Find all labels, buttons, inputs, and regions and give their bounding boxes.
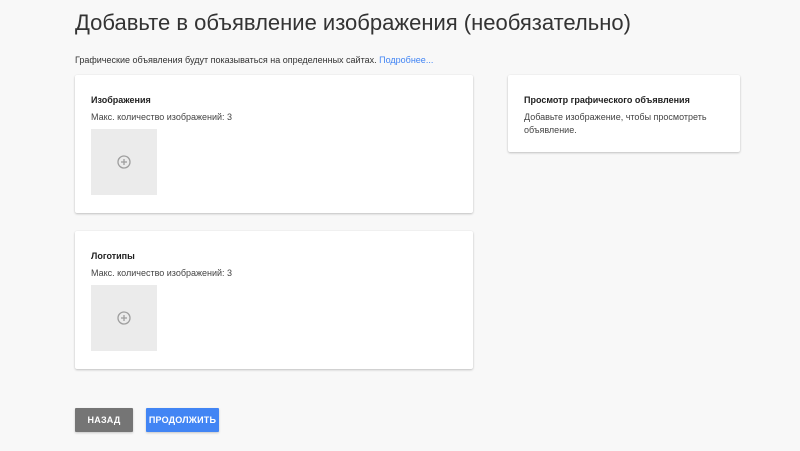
add-logo-button[interactable] [91,285,157,351]
add-image-button[interactable] [91,129,157,195]
subtitle-text: Графические объявления будут показыватьс… [75,55,377,65]
learn-more-link[interactable]: Подробнее... [379,55,433,65]
images-card: Изображения Макс. количество изображений… [75,75,473,213]
ad-preview-title: Просмотр графического объявления [524,95,690,105]
images-card-title: Изображения [91,95,151,105]
page-title: Добавьте в объявление изображения (необя… [75,10,631,35]
images-limit-text: Макс. количество изображений: 3 [91,112,233,122]
logos-card: Логотипы Макс. количество изображений: 3 [75,231,473,369]
add-circle-icon [117,311,131,325]
ad-preview-card: Просмотр графического объявления Добавьт… [508,75,740,152]
continue-button[interactable]: ПРОДОЛЖИТЬ [146,408,219,432]
logos-limit-text: Макс. количество изображений: 3 [91,268,233,278]
page-subtitle: Графические объявления будут показыватьс… [75,55,433,65]
add-circle-icon [117,155,131,169]
logos-card-title: Логотипы [91,251,135,261]
back-button[interactable]: НАЗАД [75,408,133,432]
ad-preview-text: Добавьте изображение, чтобы просмотреть … [524,112,707,135]
